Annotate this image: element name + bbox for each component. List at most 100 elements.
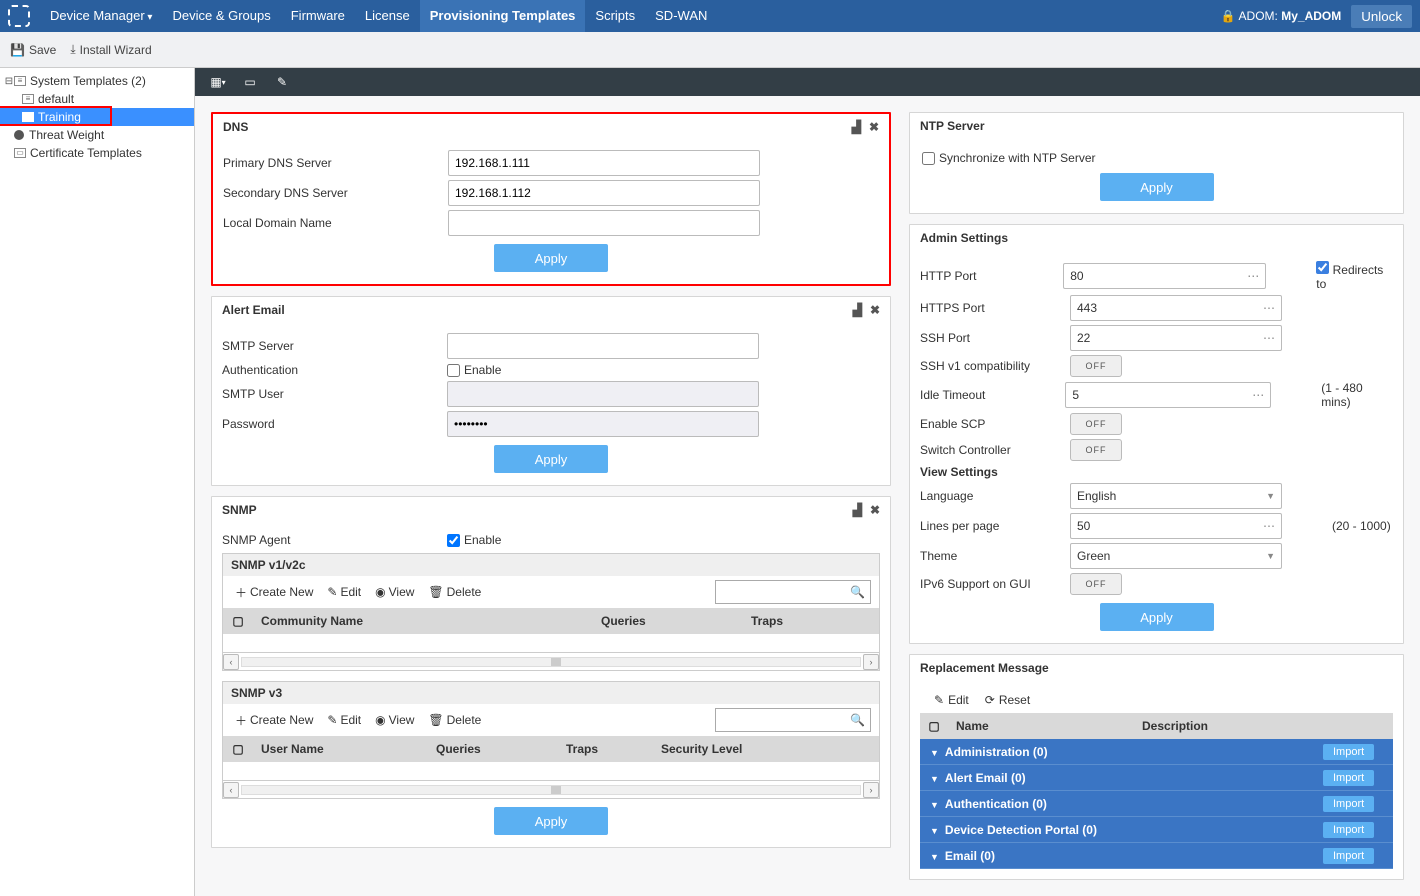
- lang-select[interactable]: English▼: [1070, 483, 1282, 509]
- snmp-v12-view-button[interactable]: ◉View: [371, 585, 418, 599]
- nav-device-manager[interactable]: Device Manager: [40, 0, 162, 32]
- rm-reset-button[interactable]: ⟳Reset: [985, 693, 1030, 707]
- smtp-server-input[interactable]: [447, 333, 759, 359]
- snmp-apply-button[interactable]: Apply: [494, 807, 608, 835]
- snmp-v12-col-community[interactable]: Community Name: [253, 614, 593, 628]
- smtp-pass-input[interactable]: [447, 411, 759, 437]
- scroll-right-icon[interactable]: ›: [863, 782, 879, 798]
- snmp-v3-edit-button[interactable]: ✎Edit: [323, 713, 365, 727]
- auth-enable-checkbox[interactable]: [447, 364, 460, 377]
- tree-training[interactable]: ≡ Training: [0, 108, 194, 126]
- lines-input[interactable]: 50⋯: [1070, 513, 1282, 539]
- nav-provisioning-templates[interactable]: Provisioning Templates: [420, 0, 586, 32]
- scroll-right-icon[interactable]: ›: [863, 654, 879, 670]
- edit-label: Edit: [340, 585, 361, 599]
- idle-input[interactable]: 5⋯: [1065, 382, 1271, 408]
- snmp-v3-col-traps[interactable]: Traps: [558, 742, 653, 756]
- rm-table-row[interactable]: ▼Authentication (0)Import: [920, 791, 1393, 817]
- edit-icon[interactable]: ✎: [275, 75, 289, 89]
- snmp-v3-col-queries[interactable]: Queries: [428, 742, 558, 756]
- snmp-v3-search-input[interactable]: 🔍: [715, 708, 871, 732]
- tree-system-templates-label: System Templates (2): [30, 74, 146, 88]
- rm-col-select[interactable]: ▢: [920, 719, 948, 733]
- rm-import-button[interactable]: Import: [1323, 770, 1374, 786]
- lang-value: English: [1077, 489, 1116, 503]
- dns-secondary-input[interactable]: [448, 180, 760, 206]
- close-icon[interactable]: ✖: [870, 303, 880, 317]
- rm-col-desc[interactable]: Description: [1134, 719, 1393, 733]
- alert-email-apply-button[interactable]: Apply: [494, 445, 608, 473]
- rm-import-button[interactable]: Import: [1323, 822, 1374, 838]
- ssh-port-input[interactable]: 22⋯: [1070, 325, 1282, 351]
- rm-table-row[interactable]: ▼Alert Email (0)Import: [920, 765, 1393, 791]
- rm-edit-button[interactable]: ✎Edit: [934, 693, 969, 707]
- scroll-left-icon[interactable]: ‹: [223, 654, 239, 670]
- snmp-v12-col-traps[interactable]: Traps: [743, 614, 879, 628]
- chevron-down-icon: ▼: [930, 852, 939, 862]
- snmp-v3-col-user[interactable]: User Name: [253, 742, 428, 756]
- rm-col-name[interactable]: Name: [948, 719, 1134, 733]
- snmp-v12-edit-button[interactable]: ✎Edit: [323, 585, 365, 599]
- collapse-icon[interactable]: ▟: [853, 303, 862, 317]
- switch-toggle[interactable]: OFF: [1070, 439, 1122, 461]
- close-icon[interactable]: ✖: [870, 503, 880, 517]
- rm-table-row[interactable]: ▼Email (0)Import: [920, 843, 1393, 869]
- rm-rows-container: ▼Administration (0)Import▼Alert Email (0…: [920, 739, 1393, 869]
- snmp-v12-hscroll[interactable]: ‹ ›: [223, 652, 879, 670]
- snmp-enable-checkbox[interactable]: [447, 534, 460, 547]
- dns-primary-input[interactable]: [448, 150, 760, 176]
- redirect-checkbox[interactable]: [1316, 261, 1329, 274]
- nav-device-groups[interactable]: Device & Groups: [162, 0, 280, 32]
- app-logo-icon[interactable]: [8, 5, 30, 27]
- snmp-v12-col-select[interactable]: ▢: [223, 614, 253, 628]
- snmp-v3-delete-button[interactable]: 🗑Delete: [424, 713, 485, 727]
- ntp-apply-button[interactable]: Apply: [1100, 173, 1214, 201]
- snmp-v3-col-select[interactable]: ▢: [223, 742, 253, 756]
- save-button[interactable]: 💾 Save: [10, 43, 56, 57]
- http-port-input[interactable]: 80⋯: [1063, 263, 1266, 289]
- https-port-input[interactable]: 443⋯: [1070, 295, 1282, 321]
- chevron-down-icon: ▼: [930, 800, 939, 810]
- nav-firmware[interactable]: Firmware: [281, 0, 355, 32]
- snmp-v3-col-security[interactable]: Security Level: [653, 742, 879, 756]
- unlock-button[interactable]: Unlock: [1351, 5, 1412, 28]
- adom-value[interactable]: My_ADOM: [1281, 9, 1341, 23]
- ipv6-toggle[interactable]: OFF: [1070, 573, 1122, 595]
- collapse-icon[interactable]: ▟: [852, 120, 861, 134]
- snmp-v12-search-input[interactable]: 🔍: [715, 580, 871, 604]
- snmp-v3-view-button[interactable]: ◉View: [371, 713, 418, 727]
- card-view-icon[interactable]: ▭: [243, 75, 257, 89]
- admin-apply-button[interactable]: Apply: [1100, 603, 1214, 631]
- snmp-v12-create-button[interactable]: ＋Create New: [231, 584, 317, 601]
- close-icon[interactable]: ✖: [869, 120, 879, 134]
- smtp-user-input[interactable]: [447, 381, 759, 407]
- tree-default[interactable]: ≡ default: [0, 90, 194, 108]
- search-icon: 🔍: [850, 585, 865, 599]
- scroll-left-icon[interactable]: ‹: [223, 782, 239, 798]
- rm-table-row[interactable]: ▼Device Detection Portal (0)Import: [920, 817, 1393, 843]
- collapse-icon[interactable]: ▟: [853, 503, 862, 517]
- ntp-sync-checkbox[interactable]: [922, 152, 935, 165]
- nav-license[interactable]: License: [355, 0, 420, 32]
- nav-scripts[interactable]: Scripts: [585, 0, 645, 32]
- nav-sdwan[interactable]: SD-WAN: [645, 0, 717, 32]
- snmp-v12-col-queries[interactable]: Queries: [593, 614, 743, 628]
- rm-import-button[interactable]: Import: [1323, 848, 1374, 864]
- install-wizard-button[interactable]: ⤓ Install Wizard: [70, 42, 151, 57]
- snmp-v12-delete-button[interactable]: 🗑Delete: [424, 585, 485, 599]
- rm-import-button[interactable]: Import: [1323, 744, 1374, 760]
- snmp-v3-create-button[interactable]: ＋Create New: [231, 712, 317, 729]
- scp-toggle[interactable]: OFF: [1070, 413, 1122, 435]
- tree-system-templates[interactable]: ⊟ ≡ System Templates (2): [0, 72, 194, 90]
- collapse-icon[interactable]: ⊟: [4, 76, 14, 87]
- rm-table-row[interactable]: ▼Administration (0)Import: [920, 739, 1393, 765]
- tree-cert-templates[interactable]: ▭ Certificate Templates: [0, 144, 194, 162]
- grid-view-icon[interactable]: ▦ ▾: [211, 75, 225, 89]
- rm-import-button[interactable]: Import: [1323, 796, 1374, 812]
- tree-threat-weight[interactable]: Threat Weight: [0, 126, 194, 144]
- sshv1-toggle[interactable]: OFF: [1070, 355, 1122, 377]
- dns-local-input[interactable]: [448, 210, 760, 236]
- snmp-v3-hscroll[interactable]: ‹ ›: [223, 780, 879, 798]
- theme-select[interactable]: Green▼: [1070, 543, 1282, 569]
- dns-apply-button[interactable]: Apply: [494, 244, 608, 272]
